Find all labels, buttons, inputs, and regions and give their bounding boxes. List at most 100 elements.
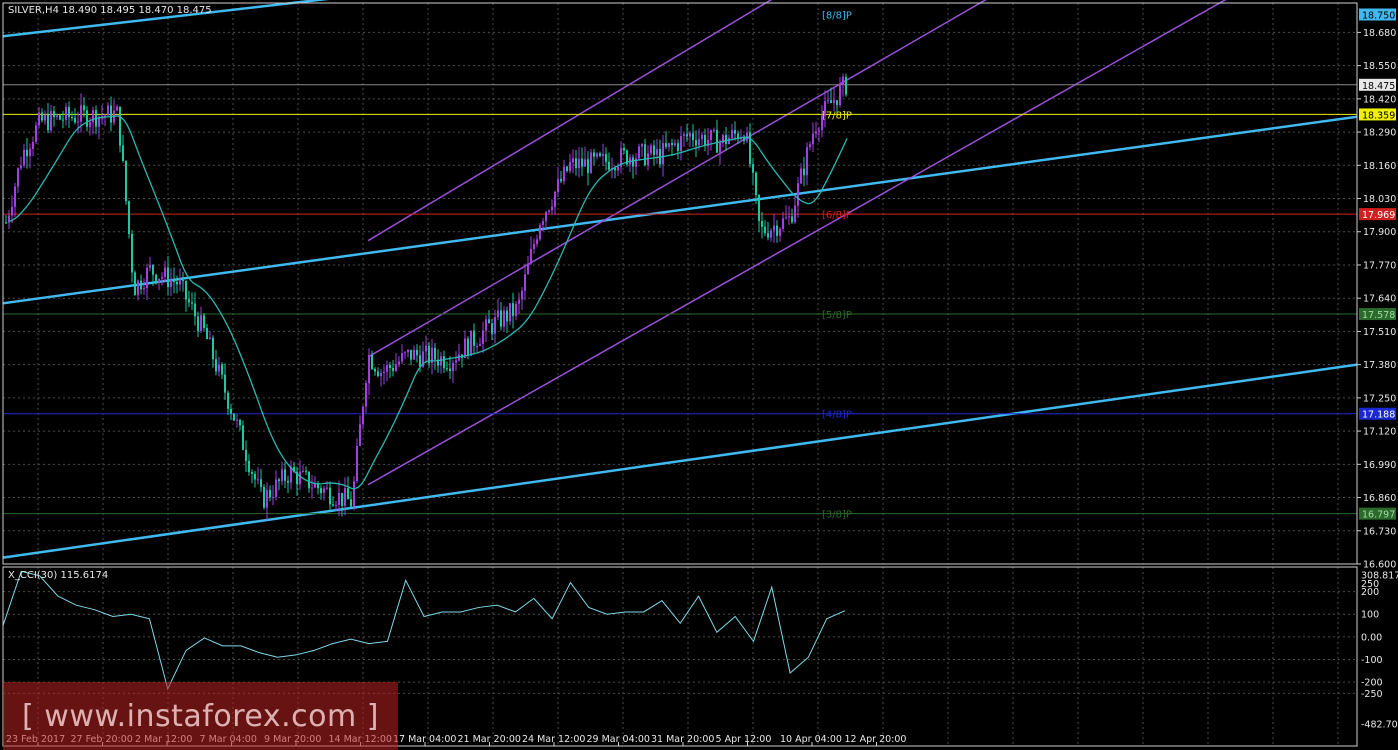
candle-body <box>62 119 64 121</box>
candle-body <box>407 349 409 353</box>
price-tick-label: 16.600 <box>1363 560 1396 571</box>
candle-body <box>179 280 181 285</box>
price-label: 18.359 <box>1362 110 1395 121</box>
candle-body <box>668 143 670 147</box>
candle-body <box>191 302 193 304</box>
murrey-label: [3/8]P <box>822 510 852 521</box>
candle-body <box>359 424 361 447</box>
candle-body <box>212 337 214 360</box>
candle-body <box>683 134 685 136</box>
candle-body <box>566 166 568 172</box>
candle-body <box>71 117 73 119</box>
candle-body <box>206 328 208 340</box>
candle-body <box>632 157 634 167</box>
candle-body <box>713 129 715 131</box>
candle-body <box>635 158 637 167</box>
candle-body <box>602 154 604 156</box>
price-tick-label: 17.900 <box>1363 227 1396 238</box>
candle-body <box>815 131 817 134</box>
price-label: 17.969 <box>1362 210 1395 221</box>
candle-body <box>773 225 775 231</box>
candle-body <box>281 469 283 482</box>
candle-body <box>338 492 340 505</box>
candle-body <box>92 110 94 123</box>
price-chart[interactable]: [8/8]P[7/8]P[6/8]P[5/8]P[4/8]P[3/8]P 18.… <box>0 0 1398 750</box>
trend-lines <box>2 0 1358 559</box>
candle-body <box>176 281 178 285</box>
candle-body <box>5 222 7 224</box>
candle-body <box>23 149 25 166</box>
price-tick-label: 17.510 <box>1363 327 1396 338</box>
candle-body <box>488 319 490 324</box>
candle-body <box>749 132 751 165</box>
candle-body <box>785 217 787 219</box>
price-tick-label: 16.990 <box>1363 460 1396 471</box>
cci-tick-label: -482.700 <box>1361 720 1398 731</box>
candle-body <box>392 368 394 371</box>
candle-body <box>398 361 400 365</box>
candle-body <box>77 121 79 123</box>
candle-body <box>782 218 784 229</box>
candle-body <box>185 281 187 300</box>
candlesticks <box>5 73 847 520</box>
candle-body <box>539 224 541 240</box>
candle-body <box>155 274 157 283</box>
candle-body <box>233 413 235 421</box>
candle-body <box>119 106 121 146</box>
channel-line <box>367 0 1227 486</box>
candle-body <box>482 330 484 344</box>
candle-body <box>596 153 598 157</box>
candle-body <box>8 215 10 223</box>
candle-body <box>770 230 772 238</box>
candle-body <box>755 172 757 195</box>
candle-body <box>494 317 496 334</box>
candle-body <box>80 105 82 122</box>
candle-body <box>824 101 826 116</box>
candle-body <box>323 488 325 494</box>
candle-body <box>89 122 91 127</box>
candle-body <box>500 310 502 327</box>
price-tick-label: 18.420 <box>1363 94 1396 105</box>
candle-body <box>518 299 520 304</box>
candle-body <box>125 160 127 202</box>
price-tick-label: 18.160 <box>1363 161 1396 172</box>
candle-body <box>110 105 112 123</box>
candle-body <box>248 460 250 473</box>
candle-body <box>53 111 55 118</box>
candle-body <box>734 130 736 134</box>
candle-body <box>260 479 262 487</box>
candle-body <box>509 303 511 322</box>
price-tick-label: 17.250 <box>1363 393 1396 404</box>
price-label: 18.475 <box>1362 81 1395 92</box>
candle-body <box>209 337 211 340</box>
cci-axis: 308.81762502001000.00-100-200-250-482.70… <box>1361 571 1398 731</box>
candle-body <box>485 319 487 331</box>
candle-body <box>653 145 655 155</box>
candle-body <box>341 492 343 506</box>
candle-body <box>662 143 664 165</box>
candle-body <box>410 349 412 360</box>
candle-body <box>35 125 37 142</box>
candle-body <box>11 206 13 216</box>
candle-body <box>512 303 514 316</box>
candle-body <box>215 359 217 372</box>
candle-body <box>368 354 370 384</box>
cci-tick-label: 0.00 <box>1361 632 1382 643</box>
candle-body <box>308 471 310 489</box>
candle-body <box>803 168 805 176</box>
main-pane-border <box>2 2 1358 565</box>
candle-body <box>665 143 667 147</box>
candle-body <box>257 479 259 481</box>
candle-body <box>470 330 472 356</box>
candle-body <box>443 356 445 369</box>
candle-body <box>578 158 580 169</box>
candle-body <box>599 153 601 156</box>
candle-body <box>332 504 334 506</box>
candle-body <box>434 347 436 360</box>
candle-body <box>239 420 241 426</box>
candle-body <box>524 274 526 291</box>
candle-body <box>44 114 46 121</box>
candle-body <box>695 140 697 146</box>
candle-body <box>161 276 163 279</box>
candle-body <box>644 144 646 165</box>
